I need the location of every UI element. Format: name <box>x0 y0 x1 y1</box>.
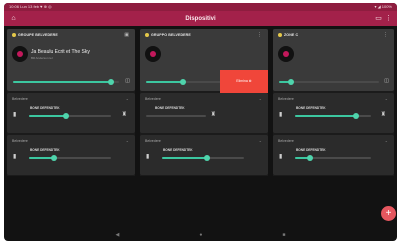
add-group-button[interactable]: + <box>381 206 396 221</box>
app-bar: ⌂ Dispositivi ▭ ⋮ <box>4 11 397 26</box>
tv-icon[interactable]: ▭ <box>374 14 383 23</box>
system-nav-bar: ◀ ● ■ <box>4 229 397 241</box>
zone-title: Belvedere <box>145 97 161 101</box>
zone-device: BONE DEFENDTEK <box>163 148 193 152</box>
zone-device: BONE DEFENDTEK <box>296 106 326 110</box>
album-art <box>12 46 28 62</box>
zone-card: Belvedere ⌄ BONE DEFENDTEK ▮ ♜ <box>7 93 135 133</box>
recents-icon[interactable]: ■ <box>282 232 285 238</box>
chevron-down-icon[interactable]: ⌄ <box>385 138 388 143</box>
slider-thumb[interactable] <box>352 113 359 119</box>
more-icon[interactable]: ⋮ <box>257 32 262 38</box>
zone-volume-slider[interactable] <box>29 155 111 161</box>
zone-title: Belvedere <box>145 139 161 143</box>
zone-device: BONE DEFENDTEK <box>30 148 60 152</box>
chevron-down-icon[interactable]: ⌄ <box>126 138 129 143</box>
more-icon[interactable]: ⋮ <box>383 32 388 38</box>
zone-title: Belvedere <box>278 97 294 101</box>
slider-thumb[interactable] <box>180 79 187 85</box>
slider-thumb[interactable] <box>307 155 314 161</box>
speaker-icon: ▮ <box>13 154 17 160</box>
remove-icon[interactable]: ♜ <box>211 111 216 118</box>
zone-card: Belvedere ⌄ BONE DEFENDTEK ♜ <box>140 93 268 133</box>
track-artist: Bill Anderson tel <box>31 56 53 60</box>
zone-device: BONE DEFENDTEK <box>296 148 326 152</box>
group-name: GRUPPO BELVEDERE <box>151 33 191 37</box>
group-settings-icon[interactable]: ▣ <box>124 32 129 38</box>
album-art <box>145 46 161 62</box>
group-volume-slider[interactable] <box>279 79 379 85</box>
speaker-icon: ▮ <box>279 154 283 160</box>
zone-volume-slider[interactable] <box>295 155 371 161</box>
slider-thumb[interactable] <box>62 113 69 119</box>
chevron-down-icon[interactable]: ⌄ <box>259 138 262 143</box>
speaker-icon: ▮ <box>279 112 283 118</box>
cast-icon[interactable]: ◫ <box>125 78 130 84</box>
zone-card: Belvedere ⌄ BONE DEFENDTEK ▮ ♜ <box>273 93 394 133</box>
track-title: Ja Beaulu Ecrit et The Sky <box>31 49 90 55</box>
chevron-down-icon[interactable]: ⌄ <box>126 96 129 101</box>
group-column-1: GROUPE BELVEDERE ▣ Ja Beaulu Ecrit et Th… <box>7 29 135 176</box>
zone-title: Belvedere <box>12 97 28 101</box>
chevron-down-icon[interactable]: ⌄ <box>259 96 262 101</box>
zone-card: Belvedere ⌄ BONE DEFENDTEK ▮ <box>7 135 135 175</box>
more-icon[interactable]: ⋮ <box>384 14 393 23</box>
group-column-3: ZONE C ⋮ ◫ Belvedere ⌄ BONE DEFENDTEK ▮ … <box>273 29 394 176</box>
slider-thumb[interactable] <box>204 155 211 161</box>
group-name: ZONE C <box>284 33 299 37</box>
status-dot <box>145 33 149 38</box>
chevron-down-icon[interactable]: ⌄ <box>385 96 388 101</box>
speaker-icon: ▮ <box>13 112 17 118</box>
back-icon[interactable]: ◀ <box>116 232 120 238</box>
remove-icon[interactable]: ♜ <box>381 111 386 118</box>
group-column-2: GRUPPO BELVEDERE ⋮ ◫ Belvedere ⌄ BONE DE… <box>140 29 268 176</box>
status-dot <box>12 33 16 38</box>
zone-title: Belvedere <box>12 139 28 143</box>
album-art <box>278 46 294 62</box>
page-title: Dispositivi <box>185 15 216 22</box>
cast-icon[interactable]: ◫ <box>384 78 389 84</box>
zone-device: BONE DEFENDTEK <box>30 106 60 110</box>
zone-volume-slider[interactable] <box>162 155 244 161</box>
now-playing-card[interactable]: GROUPE BELVEDERE ▣ Ja Beaulu Ecrit et Th… <box>7 29 135 91</box>
status-dot <box>278 33 282 38</box>
status-right: ▾ ◢ 100% <box>374 4 392 9</box>
zone-volume-slider[interactable] <box>146 115 206 117</box>
slider-thumb[interactable] <box>50 155 57 161</box>
zone-card: Belvedere ⌄ BONE DEFENDTEK ▮ <box>140 135 268 175</box>
speaker-icon: ▮ <box>146 154 150 160</box>
zone-card: Belvedere ⌄ BONE DEFENDTEK ▮ <box>273 135 394 175</box>
zone-volume-slider[interactable] <box>29 113 111 119</box>
zone-device: BONE DEFENDTEK <box>155 106 185 110</box>
tablet-screen: 10:06 Lun 13 feb ♥ ⊕ ◎ ▾ ◢ 100% ⌂ Dispos… <box>4 3 397 241</box>
slider-thumb[interactable] <box>107 79 114 85</box>
delete-zone-button[interactable]: Elimina ⊗ <box>220 70 268 93</box>
zone-volume-slider[interactable] <box>295 113 371 119</box>
group-volume-slider[interactable] <box>13 79 119 85</box>
plus-icon: + <box>385 208 392 219</box>
now-playing-card[interactable]: ZONE C ⋮ ◫ <box>273 29 394 91</box>
status-left: 10:06 Lun 13 feb ♥ ⊕ ◎ <box>9 4 52 9</box>
status-bar: 10:06 Lun 13 feb ♥ ⊕ ◎ ▾ ◢ 100% <box>4 3 397 11</box>
zone-title: Belvedere <box>278 139 294 143</box>
remove-icon[interactable]: ♜ <box>122 111 127 118</box>
group-name: GROUPE BELVEDERE <box>18 33 58 37</box>
slider-thumb[interactable] <box>288 79 294 85</box>
home-nav-icon[interactable]: ● <box>199 232 202 238</box>
